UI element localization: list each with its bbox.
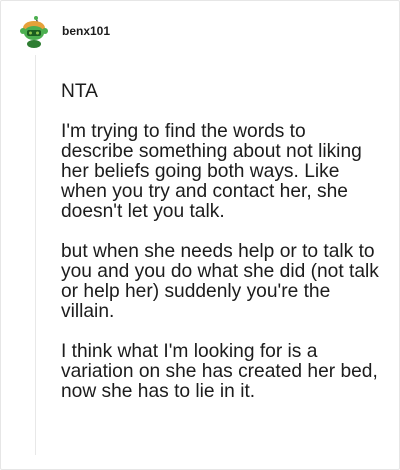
comment-paragraph: NTA [61,81,98,102]
thread-line[interactable] [35,55,36,455]
comment-paragraph: I'm trying to find the words to describe… [61,121,362,222]
snoo-avatar-icon[interactable] [20,16,48,48]
comment-header: benx101 [20,16,110,48]
comment-paragraph: but when she needs help or to talk to yo… [61,241,379,322]
comment-author[interactable]: benx101 [62,24,110,38]
comment-body: NTA I'm trying to find the words to desc… [61,82,381,422]
comment-paragraph: I think what I'm looking for is a variat… [61,341,378,402]
